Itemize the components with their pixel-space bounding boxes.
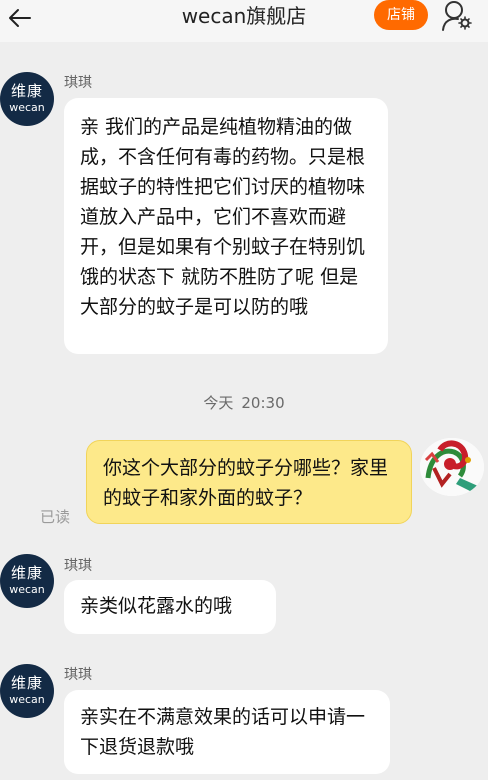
store-avatar[interactable]: 维康 wecan [0,664,54,718]
chat-page: wecan旗舰店 店铺 维康 wecan 琪琪 亲 我们的产品是纯植物精油的做成… [0,0,488,780]
avatar-en-text: wecan [9,583,45,596]
sender-name: 琪琪 [64,75,92,91]
avatar-en-text: wecan [9,101,45,114]
avatar-en-text: wecan [9,693,45,706]
shop-button[interactable]: 店铺 [374,0,428,30]
timestamp-time: 20:30 [241,394,285,412]
timestamp: 今天 20:30 [0,392,488,413]
avatar-cn-text: 维康 [10,564,43,582]
timestamp-day: 今天 [203,394,234,412]
message-bubble[interactable]: 亲实在不满意效果的话可以申请一下退货退款哦 [64,690,390,774]
user-settings-icon[interactable] [440,0,474,32]
message-bubble[interactable]: 亲类似花露水的哦 [64,580,276,634]
store-avatar[interactable]: 维康 wecan [0,72,54,126]
store-avatar[interactable]: 维康 wecan [0,554,54,608]
avatar-cn-text: 维康 [10,82,43,100]
sender-name: 琪琪 [64,667,92,683]
read-status: 已读 [40,508,71,526]
user-avatar[interactable] [420,438,484,496]
header-bar: wecan旗舰店 店铺 [0,0,488,42]
user-avatar-image [420,438,484,496]
message-bubble[interactable]: 亲 我们的产品是纯植物精油的做成，不含任何有毒的药物。只是根据蚊子的特性把它们讨… [64,98,388,354]
sender-name: 琪琪 [64,558,92,574]
my-message-bubble[interactable]: 你这个大部分的蚊子分哪些？家里的蚊子和家外面的蚊子？ [86,440,412,524]
avatar-cn-text: 维康 [10,674,43,692]
